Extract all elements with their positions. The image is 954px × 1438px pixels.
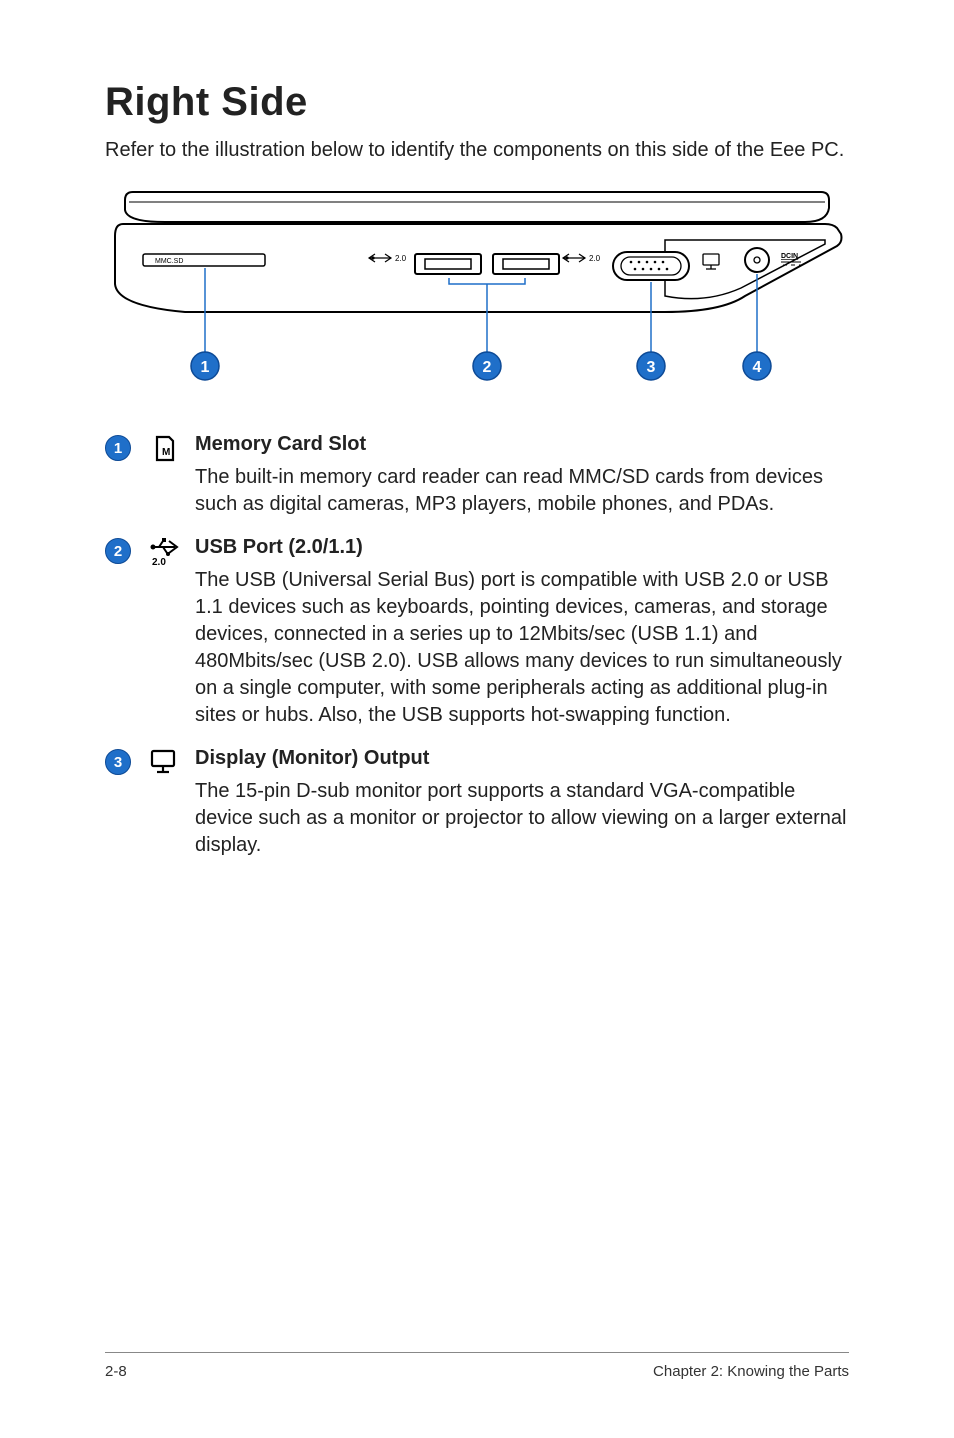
item-title: USB Port (2.0/1.1) — [195, 536, 849, 559]
callout-label-1: 1 — [201, 359, 210, 376]
callout-label-4: 4 — [753, 359, 762, 376]
callout-label-2: 2 — [483, 359, 492, 376]
intro-text: Refer to the illustration below to ident… — [105, 137, 849, 164]
item-number-3: 3 — [105, 749, 131, 775]
list-item: 1 M Memory Card Slot The built-in memory… — [105, 433, 849, 518]
svg-text:2.0: 2.0 — [395, 254, 407, 263]
list-item: 3 Display (Monitor) Output The 15-pin D-… — [105, 747, 849, 859]
svg-text:2.0: 2.0 — [589, 254, 601, 263]
item-number-1: 1 — [105, 435, 131, 461]
page-footer: 2-8 Chapter 2: Knowing the Parts — [105, 1352, 849, 1380]
chapter-label: Chapter 2: Knowing the Parts — [653, 1363, 849, 1380]
svg-text:MMC.SD: MMC.SD — [155, 258, 183, 265]
svg-text:M: M — [162, 447, 170, 458]
item-desc: The built-in memory card reader can read… — [195, 464, 849, 518]
page-number: 2-8 — [105, 1363, 127, 1380]
list-item: 2 2.0 USB Port (2.0/1.1) The USB (Univer… — [105, 536, 849, 729]
item-desc: The 15-pin D-sub monitor port supports a… — [195, 778, 849, 859]
diagram-memory-card-slot: MMC.SD — [143, 254, 265, 266]
page-title: Right Side — [105, 80, 849, 125]
svg-text:DCIN: DCIN — [781, 253, 798, 260]
memory-card-icon: M — [149, 434, 179, 464]
display-output-icon — [149, 748, 179, 776]
callout-label-3: 3 — [647, 359, 656, 376]
item-title: Display (Monitor) Output — [195, 747, 849, 770]
diagram-vga-port — [613, 252, 689, 280]
item-title: Memory Card Slot — [195, 433, 849, 456]
right-side-diagram: MMC.SD 2.0 2.0 — [105, 184, 849, 394]
svg-text:2.0: 2.0 — [152, 557, 166, 567]
item-desc: The USB (Universal Serial Bus) port is c… — [195, 567, 849, 729]
item-number-2: 2 — [105, 538, 131, 564]
usb-icon: 2.0 — [149, 537, 181, 567]
